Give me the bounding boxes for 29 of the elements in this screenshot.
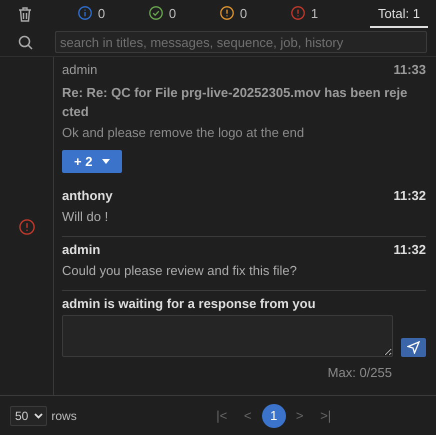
message-time: 11:33 <box>393 62 426 77</box>
filter-tab[interactable]: 0 <box>198 0 269 28</box>
message-time: 11:32 <box>393 188 426 203</box>
rows-label: rows <box>51 408 77 422</box>
message-text: Will do ! <box>62 209 110 224</box>
page-size-select[interactable]: 50 <box>10 406 48 426</box>
page-button[interactable]: 1 <box>262 404 286 428</box>
filter-tab[interactable]: 0 <box>127 0 198 28</box>
message-text: Ok and please remove the logo at the end <box>62 125 306 140</box>
message-time: 11:32 <box>393 242 426 257</box>
message-subject: Re: Re: QC for File prg-live-20252305.mov has been reje cted <box>62 84 408 121</box>
search-icon <box>18 34 33 50</box>
send-button[interactable] <box>401 338 426 357</box>
reply-field[interactable] <box>62 315 393 357</box>
chevron-down-icon <box>34 412 44 418</box>
more-button[interactable]: + 2 <box>62 150 122 173</box>
filter-tab[interactable]: Total: 1 <box>370 0 428 28</box>
trash-icon[interactable] <box>18 6 32 22</box>
character-counter: Max: 0/255 <box>326 365 393 380</box>
message-author: anthony <box>62 188 113 203</box>
reply-prompt: admin is waiting for a response from you <box>62 296 317 311</box>
caret-icon <box>102 159 110 164</box>
send-icon <box>407 341 420 354</box>
message-author: admin <box>62 62 98 77</box>
message-author: admin <box>62 242 100 257</box>
filter-tab[interactable]: 0 <box>56 0 127 28</box>
search-field[interactable]: search in titles, messages, sequence, job, history <box>55 31 427 53</box>
message-text: Could you please review and fix this file? <box>62 263 298 278</box>
filter-tab[interactable]: 1 <box>269 0 340 28</box>
